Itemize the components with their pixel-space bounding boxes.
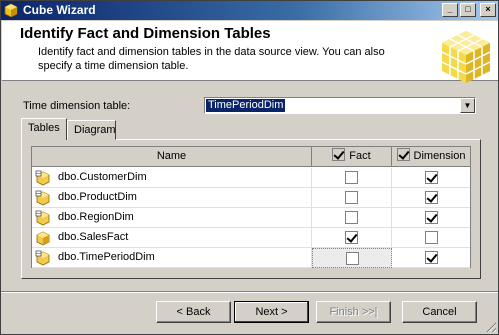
dimension-checkbox[interactable] bbox=[424, 211, 438, 224]
table-row[interactable]: dbo.TimePeriodDim bbox=[32, 248, 470, 268]
tab-diagram[interactable]: Diagram bbox=[67, 120, 116, 140]
window-title: Cube Wizard bbox=[23, 3, 96, 17]
column-header-dimension[interactable]: Dimension bbox=[392, 147, 470, 167]
title-bar[interactable]: Cube Wizard _ □ × bbox=[1, 1, 498, 20]
fact-cell[interactable] bbox=[312, 248, 392, 268]
cancel-button[interactable]: Cancel bbox=[402, 301, 477, 323]
fact-table-icon bbox=[36, 231, 50, 246]
column-header-fact[interactable]: Fact bbox=[312, 147, 392, 167]
dimension-table-icon bbox=[35, 210, 50, 226]
table-row[interactable]: dbo.SalesFact bbox=[32, 228, 470, 248]
table-name: dbo.RegionDim bbox=[58, 211, 134, 223]
table-name: dbo.CustomerDim bbox=[58, 171, 147, 183]
tab-tables[interactable]: Tables bbox=[21, 118, 67, 140]
table-name: dbo.ProductDim bbox=[58, 191, 137, 203]
chevron-down-icon[interactable]: ▼ bbox=[460, 98, 475, 113]
tables-grid: Name Fact Dimension dbo.CustomerDim dbo.P… bbox=[31, 146, 471, 268]
fact-checkbox[interactable] bbox=[345, 211, 358, 224]
column-header-name[interactable]: Name bbox=[32, 147, 312, 167]
page-title: Identify Fact and Dimension Tables bbox=[20, 25, 271, 42]
cube-logo-icon bbox=[441, 31, 491, 83]
fact-header-label: Fact bbox=[349, 150, 371, 162]
dimension-checkbox[interactable] bbox=[424, 191, 438, 204]
resize-grip[interactable] bbox=[484, 320, 496, 332]
back-button[interactable]: < Back bbox=[156, 301, 231, 323]
fact-checkbox[interactable] bbox=[345, 252, 359, 265]
fact-checkbox[interactable] bbox=[345, 191, 358, 204]
table-name-cell[interactable]: dbo.SalesFact bbox=[32, 228, 312, 248]
dimension-cell[interactable] bbox=[392, 168, 470, 188]
cube-app-icon bbox=[4, 3, 18, 17]
wizard-header: Identify Fact and Dimension Tables Ident… bbox=[2, 21, 498, 83]
table-name-cell[interactable]: dbo.TimePeriodDim bbox=[32, 248, 312, 268]
table-row[interactable]: dbo.CustomerDim bbox=[32, 168, 470, 188]
separator bbox=[1, 291, 498, 293]
dimension-cell[interactable] bbox=[392, 228, 470, 248]
time-dimension-value: TimePeriodDim bbox=[206, 99, 286, 112]
time-dimension-label: Time dimension table: bbox=[23, 100, 131, 112]
dimension-checkbox[interactable] bbox=[424, 251, 438, 264]
table-name-cell[interactable]: dbo.CustomerDim bbox=[32, 168, 312, 188]
close-button[interactable]: × bbox=[480, 3, 496, 17]
dimension-checkbox[interactable] bbox=[424, 231, 438, 244]
time-dimension-select[interactable]: TimePeriodDim ▼ bbox=[204, 97, 476, 114]
fact-cell[interactable] bbox=[312, 228, 392, 248]
table-row[interactable]: dbo.RegionDim bbox=[32, 208, 470, 228]
table-name: dbo.TimePeriodDim bbox=[58, 251, 155, 263]
table-name: dbo.SalesFact bbox=[58, 231, 129, 243]
maximize-button[interactable]: □ bbox=[460, 3, 476, 17]
fact-select-all-checkbox[interactable] bbox=[332, 148, 346, 161]
fact-checkbox[interactable] bbox=[345, 171, 358, 184]
dimension-cell[interactable] bbox=[392, 208, 470, 228]
page-description: Identify fact and dimension tables in th… bbox=[38, 46, 385, 72]
dimension-cell[interactable] bbox=[392, 188, 470, 208]
dimension-table-icon bbox=[35, 170, 50, 186]
time-dimension-table-icon bbox=[35, 250, 50, 266]
dimension-table-icon bbox=[35, 190, 50, 206]
dimension-cell[interactable] bbox=[392, 248, 470, 268]
table-row[interactable]: dbo.ProductDim bbox=[32, 188, 470, 208]
fact-cell[interactable] bbox=[312, 168, 392, 188]
cube-wizard-window: Cube Wizard _ □ × Identify Fact and Dime… bbox=[0, 0, 499, 335]
next-button[interactable]: Next > bbox=[234, 301, 309, 323]
dimension-select-all-checkbox[interactable] bbox=[396, 148, 410, 161]
grid-header: Name Fact Dimension bbox=[32, 147, 470, 167]
table-name-cell[interactable]: dbo.RegionDim bbox=[32, 208, 312, 228]
finish-button: Finish >>| bbox=[316, 301, 391, 323]
minimize-button[interactable]: _ bbox=[442, 3, 458, 17]
fact-checkbox[interactable] bbox=[345, 231, 358, 244]
dimension-checkbox[interactable] bbox=[424, 171, 438, 184]
table-name-cell[interactable]: dbo.ProductDim bbox=[32, 188, 312, 208]
fact-cell[interactable] bbox=[312, 208, 392, 228]
fact-cell[interactable] bbox=[312, 188, 392, 208]
dimension-header-label: Dimension bbox=[413, 150, 466, 162]
